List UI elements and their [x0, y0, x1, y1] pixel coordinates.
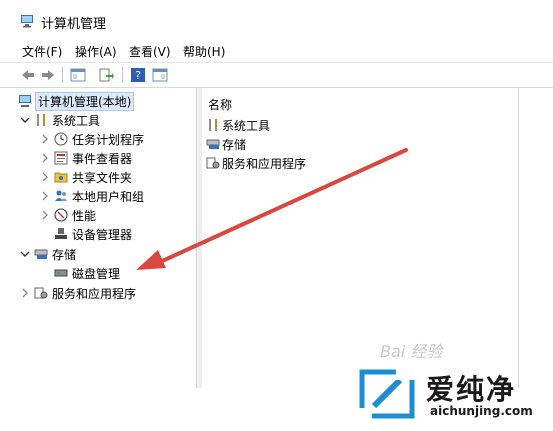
svg-text:?: ? — [135, 69, 141, 82]
tree-item-system-tools[interactable]: 系统工具 — [20, 111, 100, 129]
tree-item-disk-management[interactable]: 磁盘管理 — [54, 264, 120, 282]
services-icon — [206, 157, 220, 169]
menu-help[interactable]: 帮助(H) — [183, 43, 225, 60]
column-header-name[interactable]: 名称 — [208, 96, 232, 113]
chevron-right-icon[interactable] — [40, 172, 50, 182]
toolbar: ? — [0, 62, 553, 88]
chevron-right-icon[interactable] — [40, 210, 50, 220]
toolbar-separator — [62, 67, 63, 83]
brand-name: 爱纯净 — [426, 373, 517, 406]
chevron-right-icon[interactable] — [20, 288, 30, 298]
pane-border — [518, 88, 519, 388]
storage-icon — [34, 249, 48, 259]
tree-label: 事件查看器 — [72, 151, 133, 166]
chevron-right-icon[interactable] — [40, 191, 50, 201]
computer-management-icon — [19, 95, 31, 107]
tree-item-local-users[interactable]: 本地用户和组 — [40, 187, 144, 205]
computer-management-icon — [21, 15, 33, 28]
menu-view[interactable]: 查看(V) — [129, 43, 171, 60]
services-icon — [34, 287, 48, 299]
forward-arrow-icon[interactable] — [40, 67, 56, 83]
tree-label: 存储 — [52, 247, 77, 262]
chevron-down-icon[interactable] — [20, 249, 30, 259]
window-title: 计算机管理 — [41, 17, 107, 32]
baidu-watermark: Bai 经验 — [380, 342, 443, 361]
tree-label: 本地用户和组 — [72, 189, 145, 204]
clock-icon — [54, 132, 68, 146]
brand-logo-icon — [356, 366, 418, 422]
back-arrow-icon[interactable] — [20, 67, 36, 83]
list-item-label: 系统工具 — [222, 118, 271, 133]
list-item-label: 服务和应用程序 — [222, 156, 307, 171]
storage-icon — [206, 139, 220, 149]
tools-icon — [209, 119, 217, 131]
tree-item-event-viewer[interactable]: 事件查看器 — [40, 149, 132, 167]
tree-label: 任务计划程序 — [72, 132, 145, 147]
toolbar-separator — [122, 67, 123, 83]
tree-item-services[interactable]: 服务和应用程序 — [20, 284, 136, 302]
tree-label: 共享文件夹 — [72, 170, 133, 185]
export-list-icon[interactable] — [98, 67, 114, 83]
list-item[interactable]: 服务和应用程序 — [206, 154, 306, 172]
menu-bar: 文件(F) 操作(A) 查看(V) 帮助(H) — [0, 40, 553, 60]
tree-item-device-manager[interactable]: 设备管理器 — [54, 225, 132, 243]
users-icon — [55, 190, 67, 201]
menu-action[interactable]: 操作(A) — [75, 43, 117, 60]
tree-item-shared-folders[interactable]: 共享文件夹 — [40, 168, 132, 186]
properties-icon[interactable] — [152, 67, 168, 83]
tree-item-root[interactable]: 计算机管理(本地) — [18, 91, 135, 111]
performance-icon — [54, 208, 68, 222]
content-list: 名称 系统工具 存储 服务和应用程序 — [202, 88, 518, 388]
list-item[interactable]: 存储 — [206, 135, 246, 153]
show-hide-tree-icon[interactable] — [70, 67, 86, 83]
chevron-right-icon[interactable] — [40, 134, 50, 144]
brand-url: aichunjing.com — [430, 404, 533, 418]
tree-label: 计算机管理(本地) — [34, 91, 135, 111]
device-manager-icon — [55, 228, 67, 239]
tree-label: 性能 — [72, 208, 97, 223]
tree-item-performance[interactable]: 性能 — [40, 206, 96, 224]
chevron-down-icon[interactable] — [20, 115, 30, 125]
help-icon[interactable]: ? — [130, 67, 146, 83]
tree-item-task-scheduler[interactable]: 任务计划程序 — [40, 130, 144, 148]
chevron-right-icon[interactable] — [40, 153, 50, 163]
tree-label: 系统工具 — [52, 113, 101, 128]
tree-item-storage[interactable]: 存储 — [20, 245, 76, 263]
title-bar: 计算机管理 — [0, 0, 553, 40]
disk-drive-icon — [54, 269, 68, 277]
list-item-label: 存储 — [222, 137, 247, 152]
menu-file[interactable]: 文件(F) — [22, 43, 62, 60]
list-item[interactable]: 系统工具 — [206, 116, 270, 134]
event-log-icon — [54, 151, 68, 165]
tree-label: 磁盘管理 — [72, 266, 121, 281]
tools-icon — [37, 114, 45, 126]
navigation-tree: 计算机管理(本地) 系统工具 任务计划程序 事件查看器 共享文件夹 本地用户和组… — [0, 88, 196, 388]
tree-label: 设备管理器 — [72, 227, 133, 242]
tree-label: 服务和应用程序 — [52, 286, 137, 301]
shared-folder-icon — [54, 172, 68, 183]
